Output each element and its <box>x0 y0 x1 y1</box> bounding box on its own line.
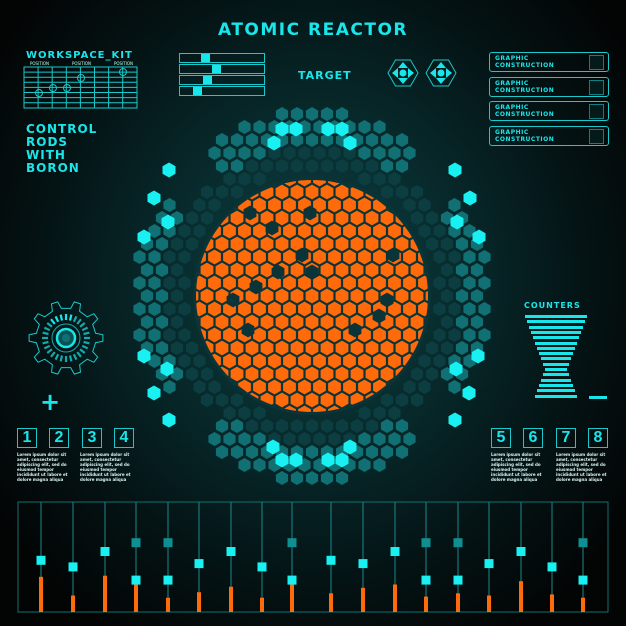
level-bar <box>581 597 585 612</box>
equalizer-slider[interactable] <box>163 502 173 612</box>
slider-handle[interactable] <box>36 555 46 565</box>
level-bar <box>393 584 397 612</box>
slider-handle[interactable] <box>326 555 336 565</box>
equalizer-slider[interactable] <box>484 502 494 612</box>
equalizer-slider[interactable] <box>421 502 431 612</box>
slider-handle[interactable] <box>163 575 173 585</box>
slider-handle[interactable] <box>578 538 588 548</box>
equalizer-panel <box>17 501 609 613</box>
level-bar <box>456 593 460 612</box>
equalizer-slider[interactable] <box>453 502 463 612</box>
slider-handle[interactable] <box>163 538 173 548</box>
equalizer-slider[interactable] <box>516 502 526 612</box>
slider-handle[interactable] <box>421 538 431 548</box>
equalizer-slider[interactable] <box>358 502 368 612</box>
slider-handle[interactable] <box>421 575 431 585</box>
slider-handle[interactable] <box>257 562 267 572</box>
slider-handle[interactable] <box>547 562 557 572</box>
level-bar <box>550 594 554 612</box>
level-bar <box>103 575 107 612</box>
slider-handle[interactable] <box>390 547 400 556</box>
slider-handle[interactable] <box>453 575 463 585</box>
level-bar <box>361 587 365 612</box>
equalizer-slider[interactable] <box>287 502 297 612</box>
reactor-hud: ATOMIC REACTOR WORKSPACE_KIT POSITION PO… <box>0 0 626 626</box>
level-bar <box>290 584 294 612</box>
level-bar <box>487 595 491 612</box>
slider-handle[interactable] <box>131 575 141 585</box>
equalizer-slider[interactable] <box>131 502 141 612</box>
equalizer-slider[interactable] <box>390 502 400 612</box>
equalizer-slider[interactable] <box>547 502 557 612</box>
level-bar <box>71 595 75 612</box>
slider-handle[interactable] <box>194 559 204 569</box>
level-bar <box>166 597 170 612</box>
slider-handle[interactable] <box>131 538 141 548</box>
equalizer-slider[interactable] <box>68 502 78 612</box>
slider-handle[interactable] <box>484 559 494 569</box>
slider-handle[interactable] <box>68 562 78 572</box>
equalizer-slider[interactable] <box>226 502 236 612</box>
level-bar <box>229 586 233 612</box>
equalizer-slider[interactable] <box>326 502 336 612</box>
slider-handle[interactable] <box>287 575 297 585</box>
level-bar <box>424 596 428 612</box>
equalizer-slider[interactable] <box>578 502 588 612</box>
slider-handle[interactable] <box>358 559 368 569</box>
slider-handle[interactable] <box>287 538 297 548</box>
equalizer-slider[interactable] <box>36 502 46 612</box>
slider-handle[interactable] <box>578 575 588 585</box>
slider-handle[interactable] <box>100 547 110 556</box>
equalizer-slider[interactable] <box>257 502 267 612</box>
level-bar <box>134 584 138 612</box>
level-bar <box>519 581 523 612</box>
equalizer-slider[interactable] <box>100 502 110 612</box>
level-bar <box>39 576 43 612</box>
level-bar <box>329 593 333 612</box>
slider-handle[interactable] <box>516 547 526 556</box>
equalizer-slider[interactable] <box>194 502 204 612</box>
level-bar <box>260 597 264 612</box>
slider-handle[interactable] <box>226 547 236 556</box>
level-bar <box>197 592 201 612</box>
slider-handle[interactable] <box>453 538 463 548</box>
